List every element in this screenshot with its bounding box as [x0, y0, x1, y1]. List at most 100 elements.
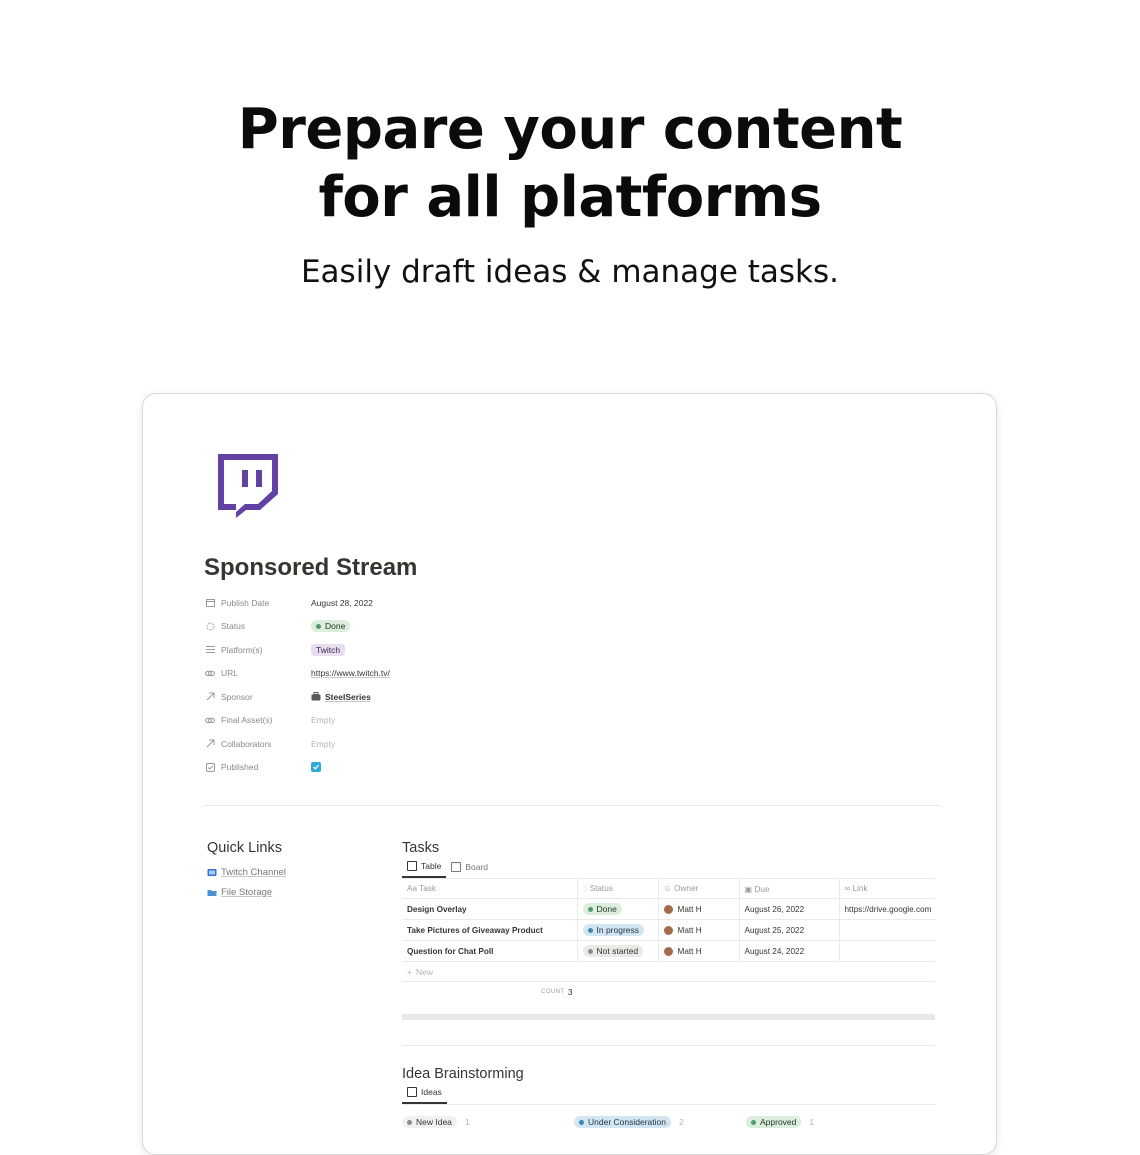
column-header-status[interactable]: ◌ Status [576, 879, 658, 899]
hero-title-line1: Prepare your content [237, 97, 903, 162]
property-url[interactable]: URL https://www.twitch.tv/ [205, 662, 605, 686]
hero-subtitle: Easily draft ideas & manage tasks. [300, 254, 840, 290]
property-publish-date[interactable]: Publish Date August 28, 2022 [205, 591, 605, 615]
property-status[interactable]: Status Done [205, 615, 605, 639]
person-icon: ☺ [663, 884, 675, 893]
checkbox-icon [205, 762, 215, 772]
avatar [663, 904, 673, 914]
tasks-table: Aa Task ◌ Status ☺ Owner ▣ Due ∞ Link De… [402, 879, 935, 962]
task-link[interactable] [838, 919, 935, 941]
property-name: Publish Date [221, 597, 270, 608]
tab-board[interactable]: Board [446, 856, 493, 878]
link-icon [205, 668, 215, 678]
task-status[interactable]: Done [576, 898, 658, 920]
relation-arrow-icon [205, 739, 215, 749]
url-link[interactable]: https://www.twitch.tv/ [311, 668, 390, 678]
count-value: 3 [567, 987, 573, 997]
status-badge: Done [582, 903, 622, 915]
tab-table[interactable]: Table [402, 856, 447, 878]
column-header-link[interactable]: ∞ Link [838, 879, 935, 899]
empty-value: Empty [311, 715, 336, 726]
property-name: Collaborators [221, 738, 272, 749]
tv-icon [207, 868, 217, 876]
plus-icon: + [407, 966, 412, 977]
list-icon [205, 645, 215, 655]
idea-brainstorming-database: Idea Brainstorming Ideas New Idea 1 Unde… [402, 1066, 935, 1131]
property-platforms[interactable]: Platform(s) Twitch [205, 638, 605, 662]
group-label: New Idea [402, 1116, 457, 1128]
platform-tag: Twitch [311, 643, 346, 656]
property-value: August 28, 2022 [311, 597, 373, 608]
group-label: Approved [746, 1116, 802, 1128]
quick-link-file-storage[interactable]: File Storage [207, 882, 377, 902]
task-name[interactable]: Design Overlay [402, 898, 577, 920]
group-approved[interactable]: Approved 1 [746, 1113, 918, 1131]
task-owner[interactable]: Matt H [657, 940, 739, 962]
task-status[interactable]: Not started [576, 940, 658, 962]
quick-links: Quick Links Twitch Channel File Storage [207, 840, 377, 902]
ideas-title: Idea Brainstorming [402, 1066, 524, 1082]
property-name: Sponsor [221, 691, 253, 702]
status-badge: Done [311, 620, 351, 633]
status-badge: In progress [582, 924, 645, 936]
property-name: Published [221, 762, 259, 773]
status-icon: ◌ [582, 884, 590, 893]
view-tabs: Table Board [402, 856, 935, 879]
count-label: COUNT [541, 989, 565, 995]
section-divider [402, 1045, 935, 1046]
folder-icon [207, 889, 217, 896]
new-row-button[interactable]: + New [402, 962, 935, 982]
tab-ideas[interactable]: Ideas [402, 1082, 447, 1104]
table-icon [407, 861, 417, 871]
count-footer: COUNT 3 [402, 982, 935, 1002]
task-due[interactable]: August 24, 2022 [738, 940, 839, 962]
published-checkbox[interactable] [311, 762, 321, 773]
tasks-database: Tasks Table Board Aa Task ◌ Status ☺ Own… [402, 840, 935, 1002]
board-groups: New Idea 1 Under Consideration 2 Approve… [402, 1113, 935, 1131]
table-header-row: Aa Task ◌ Status ☺ Owner ▣ Due ∞ Link [402, 879, 935, 899]
property-name: URL [221, 668, 239, 679]
horizontal-scrollbar[interactable] [402, 1014, 935, 1020]
task-due[interactable]: August 25, 2022 [738, 919, 839, 941]
group-new-idea[interactable]: New Idea 1 [402, 1113, 574, 1131]
property-name: Platform(s) [221, 644, 263, 655]
task-status[interactable]: In progress [576, 919, 658, 941]
task-link[interactable]: https://drive.google.com [838, 898, 935, 920]
status-icon [205, 621, 215, 631]
table-row[interactable]: Design Overlay Done Matt H August 26, 20… [402, 898, 935, 920]
calendar-icon: ▣ [744, 884, 755, 894]
board-icon [451, 862, 462, 872]
link-icon: ∞ [844, 884, 853, 893]
tasks-title: Tasks [402, 840, 440, 856]
group-count: 1 [464, 1117, 470, 1127]
group-under-consideration[interactable]: Under Consideration 2 [574, 1113, 746, 1131]
column-header-due[interactable]: ▣ Due [738, 879, 839, 899]
column-header-owner[interactable]: ☺ Owner [657, 879, 739, 899]
group-count: 2 [678, 1117, 684, 1127]
property-sponsor[interactable]: Sponsor SteelSeries [205, 685, 605, 709]
task-name[interactable]: Take Pictures of Giveaway Product [402, 919, 577, 941]
empty-value: Empty [311, 738, 336, 749]
property-final-assets[interactable]: Final Asset(s) Empty [205, 709, 605, 733]
property-published[interactable]: Published [205, 756, 605, 780]
calendar-icon [205, 598, 215, 608]
quick-link-twitch-channel[interactable]: Twitch Channel [207, 862, 377, 882]
column-header-task[interactable]: Aa Task [402, 879, 577, 899]
task-owner[interactable]: Matt H [657, 919, 739, 941]
table-row[interactable]: Take Pictures of Giveaway Product In pro… [402, 919, 935, 941]
property-name: Status [221, 621, 246, 632]
status-badge: Not started [582, 945, 644, 957]
task-owner[interactable]: Matt H [657, 898, 739, 920]
task-due[interactable]: August 26, 2022 [738, 898, 839, 920]
page-properties: Publish Date August 28, 2022 Status Done… [205, 591, 605, 779]
property-collaborators[interactable]: Collaborators Empty [205, 732, 605, 756]
property-name: Final Asset(s) [221, 715, 273, 726]
sponsor-relation[interactable]: SteelSeries [311, 692, 371, 702]
task-name[interactable]: Question for Chat Poll [402, 940, 577, 962]
group-label: Under Consideration [574, 1116, 671, 1128]
page-title: Sponsored Stream [204, 554, 418, 581]
notion-page-window: Sponsored Stream Publish Date August 28,… [142, 393, 997, 1155]
avatar [663, 946, 673, 956]
task-link[interactable] [838, 940, 935, 962]
table-row[interactable]: Question for Chat Poll Not started Matt … [402, 940, 935, 962]
